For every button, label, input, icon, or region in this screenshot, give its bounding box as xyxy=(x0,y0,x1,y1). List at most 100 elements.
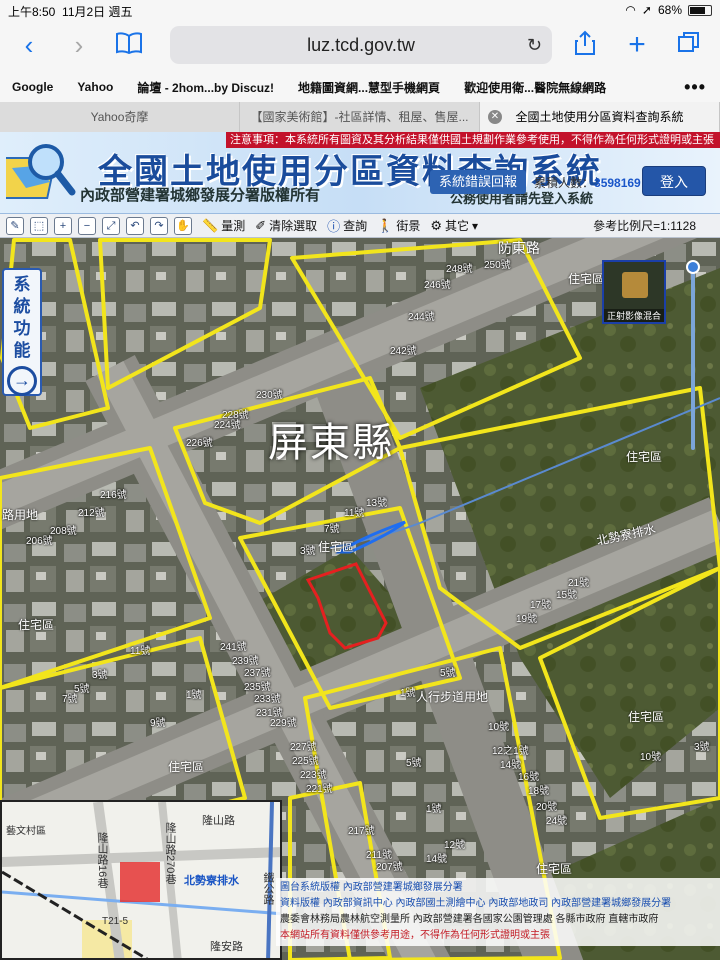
next-extent-icon[interactable]: ↷ xyxy=(150,216,168,235)
road-use-label: 路用地 xyxy=(2,508,39,522)
notice-banner: 注意事項：本系統所有圖資及其分析結果僅供國土規劃作業參考使用，不得作為任何形式證… xyxy=(226,132,720,148)
house-number-label: 242號 xyxy=(390,346,417,357)
house-number-label: 227號 xyxy=(290,742,317,753)
bookmark-item[interactable]: Google xyxy=(0,80,65,94)
reload-icon[interactable]: ↻ xyxy=(527,26,542,64)
house-number-label: 11號 xyxy=(130,646,151,657)
error-report-button[interactable]: 系統錯誤回報 xyxy=(430,170,526,194)
measure-tool[interactable]: 📏 量測 xyxy=(202,217,245,234)
house-number-label: 3號 xyxy=(694,742,710,753)
forward-icon[interactable]: › xyxy=(64,30,94,60)
browser-toolbar: ‹ › luz.tcd.gov.tw ↻ + xyxy=(0,20,720,72)
map-canvas[interactable]: 住宅區 住宅區 住宅區 住宅區 住宅區 住宅區 住宅區 人行步道用地 北勢寮排水… xyxy=(0,238,720,960)
gear-icon: ⚙ xyxy=(430,217,443,233)
ruler-icon: 📏 xyxy=(202,217,219,233)
copyright-line: 農委會林務局農林航空測量所 內政部營建署各國家公園管理處 各縣市政府 直轄市政府 xyxy=(280,912,716,928)
house-number-label: 12號 xyxy=(444,840,466,851)
streetview-label: 街景 xyxy=(396,219,421,233)
minimap-marker-label: T21-5 xyxy=(102,916,129,927)
zoom-in-icon[interactable]: + xyxy=(54,216,72,235)
copyright-text: 本網站所有資料僅供參考用途，不得作為任何形式證明或主張 xyxy=(280,930,550,941)
house-number-label: 250號 xyxy=(484,260,511,271)
house-number-label: 216號 xyxy=(100,490,127,501)
copyright-line: 本網站所有資料僅供參考用途，不得作為任何形式證明或主張 xyxy=(280,928,716,944)
house-number-label: 241號 xyxy=(220,642,247,653)
house-number-label: 10號 xyxy=(640,752,662,763)
house-number-label: 225號 xyxy=(292,756,319,767)
tab-bar: Yahoo奇摩 【國家美術館】-社區詳情、租屋、售屋... ✕ 全國土地使用分區… xyxy=(0,102,720,132)
bookmark-item[interactable]: 地籍圖資網...慧型手機網頁 xyxy=(286,79,452,96)
copyright-text: 圖台系統版權 內政部營建署城鄉發展分署 xyxy=(280,882,463,893)
house-number-label: 223號 xyxy=(300,770,327,781)
clear-tool[interactable]: ✐ 清除選取 xyxy=(255,217,317,234)
pegman-icon: 🚶 xyxy=(377,217,394,233)
minimap-road-label: 隆山路270巷 xyxy=(164,822,176,885)
house-number-label: 246號 xyxy=(424,280,451,291)
house-number-label: 18號 xyxy=(528,786,550,797)
house-number-label: 208號 xyxy=(50,526,77,537)
system-function-button[interactable]: 系統功能 → xyxy=(2,268,42,396)
status-date: 11月2日 週五 xyxy=(62,5,133,19)
house-number-label: 13號 xyxy=(366,498,388,509)
minimap-drain-label: 北勢寮排水 xyxy=(184,875,239,887)
house-number-label: 206號 xyxy=(26,536,53,547)
back-icon[interactable]: ‹ xyxy=(14,30,44,60)
streetview-tool[interactable]: 🚶 街景 xyxy=(377,217,420,234)
house-number-label: 212號 xyxy=(78,508,105,519)
zoom-out-icon[interactable]: − xyxy=(78,216,96,235)
pan-icon[interactable]: ✋ xyxy=(174,216,192,235)
zoom-box-icon[interactable]: ⬚ xyxy=(30,216,48,235)
status-time: 上午8:50 xyxy=(8,5,56,19)
bookmark-item[interactable]: Yahoo xyxy=(65,80,125,94)
battery-percent: 68% xyxy=(657,3,682,17)
share-icon[interactable] xyxy=(570,30,600,60)
tab-landuse[interactable]: ✕ 全國土地使用分區資料查詢系統 xyxy=(480,102,720,132)
house-number-label: 207號 xyxy=(376,862,403,873)
eraser-icon: ✐ xyxy=(255,217,267,233)
bookmark-item[interactable]: 論壇 - 2hom...by Discuz! xyxy=(125,79,286,96)
url-field[interactable]: luz.tcd.gov.tw ↻ xyxy=(170,26,552,64)
clear-label: 清除選取 xyxy=(269,219,318,233)
sidewalk-label: 人行步道用地 xyxy=(416,690,489,704)
bookmarks-bar: Google Yahoo 論壇 - 2hom...by Discuz! 地籍圖資… xyxy=(0,72,720,102)
zoom-track xyxy=(691,266,695,450)
tabs-overview-icon[interactable] xyxy=(674,30,704,60)
house-number-label: 233號 xyxy=(254,694,281,705)
other-tool[interactable]: ⚙ 其它 ▾ xyxy=(430,217,478,234)
house-number-label: 5號 xyxy=(406,758,422,769)
road-name-label: 防東路 xyxy=(498,240,540,256)
house-number-label: 1號 xyxy=(426,804,442,815)
house-number-label: 3號 xyxy=(300,546,316,557)
visit-label: 累積人數： xyxy=(534,176,595,190)
battery-icon xyxy=(688,4,712,16)
copyright-line: 資料版權 內政部資訊中心 內政部國土測繪中心 內政部地政司 內政部營建署城鄉發展… xyxy=(280,896,716,912)
zoom-slider[interactable] xyxy=(686,260,700,456)
more-icon[interactable]: ••• xyxy=(672,77,720,98)
minimap-area-label: 藝文村區 xyxy=(6,826,46,837)
select-tool-icon[interactable]: ✎ xyxy=(6,216,24,235)
minimap-road-label: 隆山路 xyxy=(202,815,235,827)
tab-yahoo[interactable]: Yahoo奇摩 xyxy=(0,102,240,132)
overview-minimap[interactable]: 隆山路 隆山路16巷 隆山路270巷 北勢寮排水 鐵公路 隆安路 藝文村區 T2… xyxy=(0,800,282,960)
house-number-label: 24號 xyxy=(546,816,568,827)
info-icon: ⓘ xyxy=(327,219,341,234)
ortho-image-toggle[interactable]: 正射影像混合 xyxy=(602,260,666,324)
login-button[interactable]: 登入 xyxy=(642,166,706,196)
zoom-knob[interactable] xyxy=(686,260,700,274)
close-tab-icon[interactable]: ✕ xyxy=(488,110,502,124)
full-extent-icon[interactable]: ⤢ xyxy=(102,216,120,235)
previous-extent-icon[interactable]: ↶ xyxy=(126,216,144,235)
site-owner: 內政部營建署城鄉發展分署版權所有 xyxy=(80,187,321,204)
house-number-label: 237號 xyxy=(244,668,271,679)
minimap-road-label: 隆山路16巷 xyxy=(96,832,108,889)
arrow-right-icon: → xyxy=(7,366,37,396)
house-number-label: 226號 xyxy=(186,438,213,449)
status-bar: 上午8:50 11月2日 週五 ◠ ➚ 68% xyxy=(0,0,720,20)
zone-label: 住宅區 xyxy=(318,540,355,554)
bookmarks-icon[interactable] xyxy=(114,30,144,60)
query-tool[interactable]: ⓘ 查詢 xyxy=(327,216,367,235)
new-tab-icon[interactable]: + xyxy=(622,30,652,60)
house-number-label: 17號 xyxy=(530,600,552,611)
tab-museum[interactable]: 【國家美術館】-社區詳情、租屋、售屋... xyxy=(240,102,480,132)
bookmark-item[interactable]: 歡迎使用衛...醫院無線網路 xyxy=(452,79,618,96)
